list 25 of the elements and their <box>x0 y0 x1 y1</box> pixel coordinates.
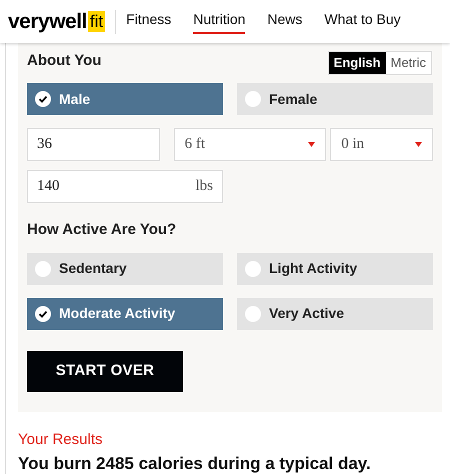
nav-link[interactable]: Nutrition <box>193 9 246 34</box>
radio-option[interactable]: Moderate Activity <box>27 298 223 330</box>
start-over-button[interactable]: START OVER <box>27 350 183 392</box>
results-text: You burn 2485 calories during a typical day. <box>18 453 372 474</box>
logo[interactable]: verywell fit <box>8 6 106 38</box>
dropdown[interactable]: 6 ft <box>174 128 326 161</box>
nav-link[interactable]: What to Buy <box>324 9 401 34</box>
caret-icon <box>415 142 422 147</box>
check-icon <box>35 91 51 107</box>
dropdown[interactable]: 0 in <box>330 128 433 161</box>
nav-link[interactable]: News <box>267 9 302 34</box>
nav-link[interactable]: Fitness <box>126 9 172 34</box>
age-field[interactable]: 36 <box>27 128 160 161</box>
section-title: About You <box>27 51 102 71</box>
radio-option[interactable]: Very Active <box>237 298 433 330</box>
radio-option[interactable]: Male <box>27 83 223 115</box>
results-title: Your Results <box>18 430 104 450</box>
radio-option[interactable]: Female <box>237 83 433 115</box>
caret-icon <box>308 142 316 147</box>
weight-field[interactable]: 140 lbs <box>27 170 223 203</box>
radio-option[interactable]: Sedentary <box>27 252 223 284</box>
check-icon <box>35 306 51 322</box>
section-title: How Active Are You? <box>27 220 178 240</box>
radio-option[interactable]: Light Activity <box>237 252 433 284</box>
unit-tab[interactable]: English <box>328 52 386 74</box>
